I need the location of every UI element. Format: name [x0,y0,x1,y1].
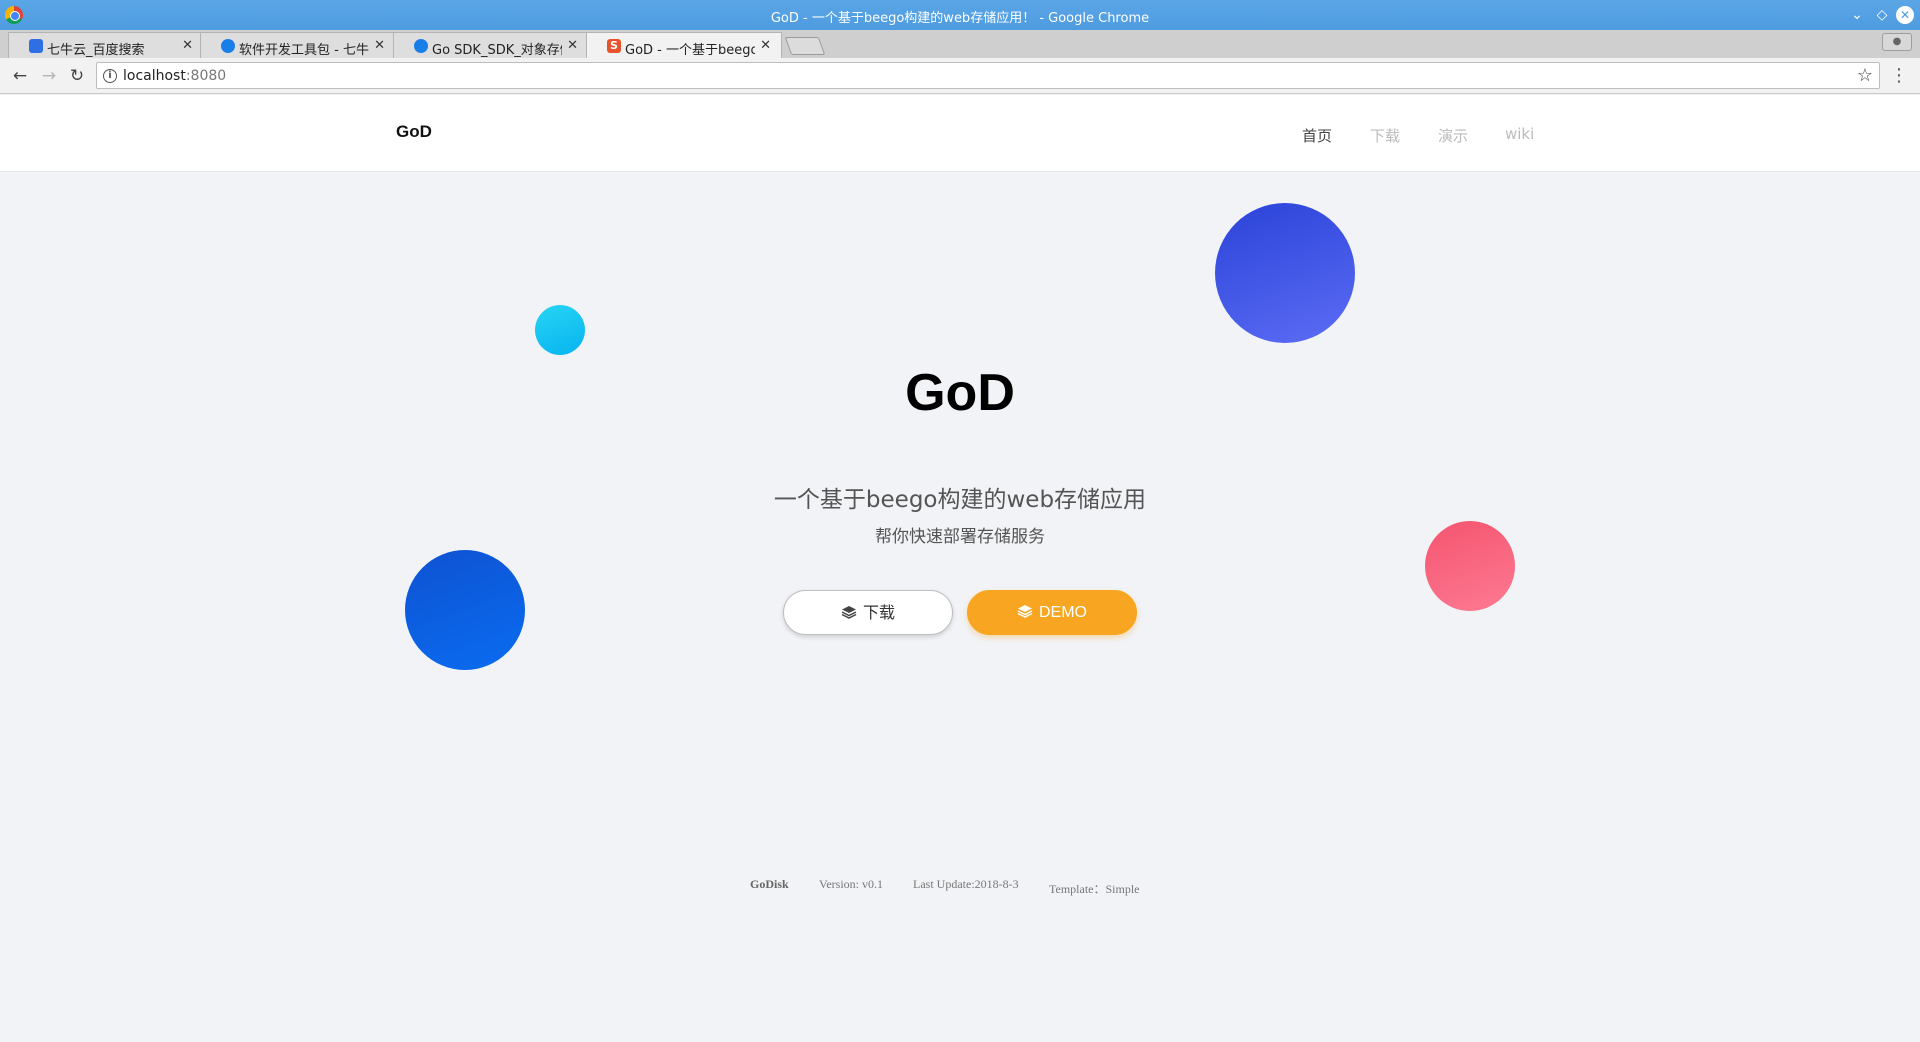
nav-download[interactable]: 下载 [1370,125,1400,146]
window-title: GoD - 一个基于beego构建的web存储应用！ - Google Chro… [770,11,1150,26]
qiniu-favicon-icon [414,39,428,53]
tab-title: 七牛云_百度搜索 [47,43,145,58]
minimize-icon[interactable]: ⌄ [1847,5,1867,25]
bookmark-star-icon[interactable]: ☆ [1857,65,1873,86]
nav-demo[interactable]: 演示 [1438,125,1468,146]
footer-version: Version: v0.1 [819,877,883,891]
qiniu-favicon-icon [221,39,235,53]
tab-close-icon[interactable]: ✕ [182,38,193,53]
decorative-blue-circle [405,550,525,670]
tab-god-active[interactable]: S GoD - 一个基于beego构建 ✕ [586,32,782,59]
baidu-favicon-icon [29,39,43,53]
layers-icon [841,606,857,619]
tab-strip: 七牛云_百度搜索 ✕ 软件开发工具包 - 七牛云 ✕ Go SDK_SDK_对象… [0,30,1920,59]
layers-icon [1017,605,1033,618]
back-arrow-icon[interactable]: ← [9,65,31,87]
tab-title: GoD - 一个基于beego构建 [625,43,755,58]
tab-qiniu-sdk[interactable]: 软件开发工具包 - 七牛云 ✕ [200,32,396,58]
download-button[interactable]: 下载 [783,590,953,635]
tab-close-icon[interactable]: ✕ [760,38,771,53]
tab-title: 软件开发工具包 - 七牛云 [239,43,369,58]
browser-toolbar: ← → ↻ i localhost:8080 ☆ ⋮ [0,58,1920,94]
window-titlebar: GoD - 一个基于beego构建的web存储应用！ - Google Chro… [0,0,1920,30]
close-window-icon[interactable]: ✕ [1896,6,1914,24]
decorative-cyan-circle [535,305,585,355]
hero-title: GoD [905,364,1015,422]
site-header: GoD 首页 下载 演示 wiki [0,95,1920,172]
nav-home[interactable]: 首页 [1302,125,1332,146]
site-logo[interactable]: GoD [396,122,432,142]
tab-go-sdk[interactable]: Go SDK_SDK_对象存储 ✕ [393,32,589,58]
site-favicon-icon: S [607,39,621,53]
footer-brand: GoDisk [750,877,789,891]
tab-baidu[interactable]: 七牛云_百度搜索 ✕ [8,32,204,58]
footer-template: Template：Simple [1049,882,1140,896]
nav-wiki[interactable]: wiki [1505,125,1534,143]
maximize-icon[interactable]: ◇ [1872,5,1892,25]
download-button-label: 下载 [862,603,895,622]
info-icon[interactable]: i [103,69,117,83]
hero-subtitle: 一个基于beego构建的web存储应用 [773,487,1147,513]
menu-kebab-icon[interactable]: ⋮ [1888,64,1910,88]
hero-tagline: 帮你快速部署存储服务 [875,527,1045,547]
footer-last-update: Last Update:2018-8-3 [913,877,1019,891]
demo-button-label: DEMO [1039,604,1087,621]
url-text[interactable]: localhost:8080 [123,68,226,84]
url-host: localhost [123,68,186,84]
address-bar[interactable]: i localhost:8080 ☆ [96,62,1880,89]
web-page: GoD 首页 下载 演示 wiki GoD 一个基于beego构建的web存储应… [0,95,1920,1042]
new-tab-button[interactable] [784,37,826,55]
decorative-indigo-circle [1215,203,1355,343]
reload-icon[interactable]: ↻ [66,65,88,87]
tab-close-icon[interactable]: ✕ [374,38,385,53]
tab-title: Go SDK_SDK_对象存储 [432,43,562,58]
profile-icon[interactable]: ● [1882,33,1912,51]
tab-close-icon[interactable]: ✕ [567,38,578,53]
demo-button[interactable]: DEMO [967,590,1137,635]
url-port: :8080 [185,68,227,84]
forward-arrow-icon[interactable]: → [38,65,60,87]
